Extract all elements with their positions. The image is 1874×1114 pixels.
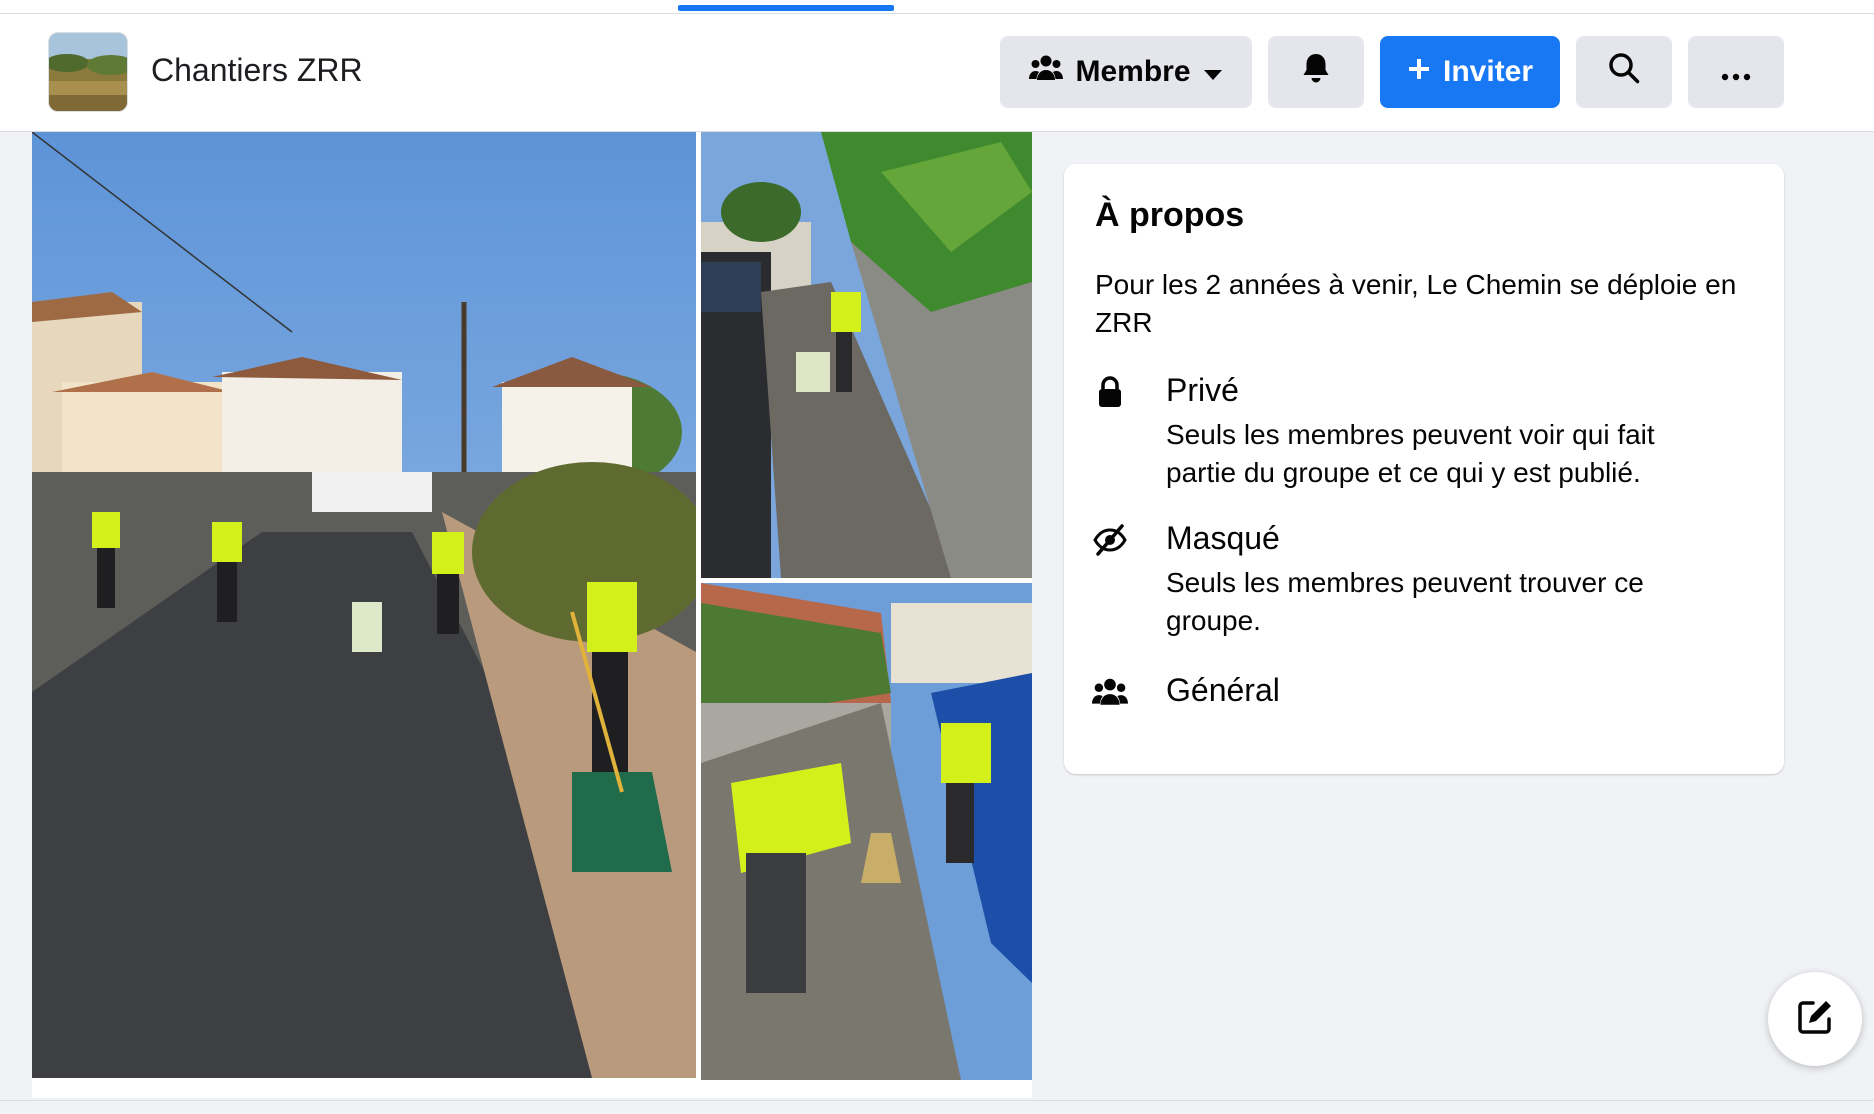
plus-icon: [1407, 55, 1431, 89]
caret-down-icon: [1203, 55, 1223, 89]
compose-button[interactable]: [1768, 972, 1862, 1066]
search-button[interactable]: [1576, 36, 1672, 108]
bell-icon: [1299, 51, 1333, 93]
visibility-title: Masqué: [1166, 520, 1280, 556]
ellipsis-icon: [1721, 55, 1751, 89]
edit-icon: [1793, 995, 1837, 1044]
about-description: Pour les 2 années à venir, Le Chemin se …: [1095, 269, 1737, 338]
cover-photo-main[interactable]: [32, 132, 696, 1078]
top-strip: [0, 0, 1874, 14]
group-name[interactable]: Chantiers ZRR: [151, 52, 363, 89]
visibility-description: Seuls les membres peuvent trouver ce gro…: [1166, 567, 1644, 636]
about-title: À propos: [1095, 196, 1245, 234]
people-icon: [1092, 674, 1128, 710]
cover-photo-bottom-right[interactable]: [701, 583, 1032, 1080]
privacy-title: Privé: [1166, 372, 1239, 408]
cover-photo-collage: [32, 132, 1032, 1098]
member-button[interactable]: Membre: [1000, 36, 1252, 108]
cover-photo-top-right[interactable]: [701, 132, 1032, 578]
invite-button-label: Inviter: [1442, 55, 1534, 88]
people-icon: [1029, 54, 1064, 90]
member-button-label: Membre: [1075, 55, 1191, 88]
notifications-button[interactable]: [1268, 36, 1364, 108]
active-tab-indicator: [678, 5, 894, 11]
lock-icon: [1092, 374, 1128, 410]
group-avatar[interactable]: [48, 32, 128, 112]
more-options-button[interactable]: [1688, 36, 1784, 108]
group-type-title: Général: [1166, 672, 1280, 708]
privacy-description: Seuls les membres peuvent voir qui fait …: [1166, 419, 1655, 488]
invite-button[interactable]: Inviter: [1380, 36, 1560, 108]
search-icon: [1607, 51, 1641, 93]
eye-slash-icon: [1092, 522, 1128, 558]
about-card: À propos Pour les 2 années à venir, Le C…: [1064, 164, 1784, 774]
group-header: Chantiers ZRR Membre Inviter: [0, 14, 1874, 132]
divider: [0, 1100, 1874, 1101]
